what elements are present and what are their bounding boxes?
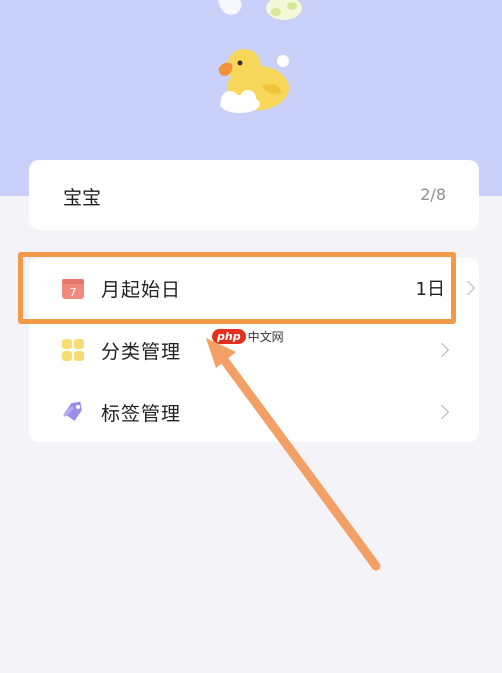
- annotation-arrow: [206, 338, 381, 571]
